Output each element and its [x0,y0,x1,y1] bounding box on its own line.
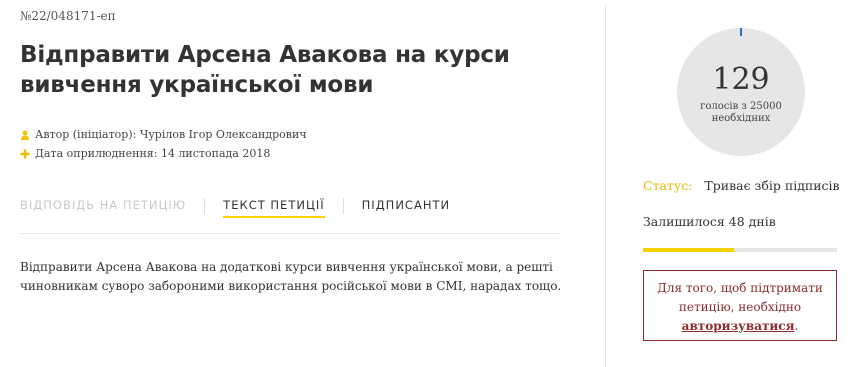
petition-body: Відправити Арсена Авакова на додаткові к… [20,260,562,293]
date-text: Дата оприлюднення: 14 листопада 2018 [35,147,271,160]
votes-counter: 129 голосів з 25000 необхідних [677,28,805,156]
time-progress-fill [643,248,735,252]
tab-separator [342,198,344,214]
auth-notice: Для того, щоб підтримати петицію, необхі… [643,270,837,341]
votes-progress-arc [740,28,742,36]
author-line: Автор (ініціатор): Чурілов Ігор Олександ… [20,128,307,141]
votes-label: голосів з 25000 необхідних [700,101,782,124]
petition-tabs: ВІДПОВІДЬ НА ПЕТИЦІЮ ТЕКСТ ПЕТИЦІЇ ПІДПИ… [20,198,450,218]
days-left: Залишилося 48 днів [643,214,776,229]
date-line: Дата оприлюднення: 14 листопада 2018 [20,147,270,160]
status-value: Триває збір підписів [704,178,840,193]
petition-number: №22/048171-еп [20,9,116,23]
status-label: Статус: [643,178,693,193]
status-line: Статус: Триває збір підписів [643,178,840,193]
author-text: Автор (ініціатор): Чурілов Ігор Олександ… [35,128,307,141]
login-link[interactable]: авторизуватися [682,319,795,333]
tabs-divider [20,233,560,234]
tab-petition-text[interactable]: ТЕКСТ ПЕТИЦІЇ [223,198,326,218]
votes-count: 129 [712,62,770,97]
tab-answer[interactable]: ВІДПОВІДЬ НА ПЕТИЦІЮ [20,198,186,214]
tab-separator [204,198,206,214]
petition-title: Відправити Арсена Авакова на курси вивче… [20,42,510,98]
time-progress-bar [643,248,837,252]
auth-text-suffix: . [794,319,799,333]
person-icon [20,130,30,140]
plus-icon [20,149,30,159]
tab-signers[interactable]: ПІДПИСАНТИ [362,198,450,214]
auth-text-prefix: Для того, щоб підтримати петицію, необхі… [657,281,823,314]
sidebar-divider [605,6,606,367]
